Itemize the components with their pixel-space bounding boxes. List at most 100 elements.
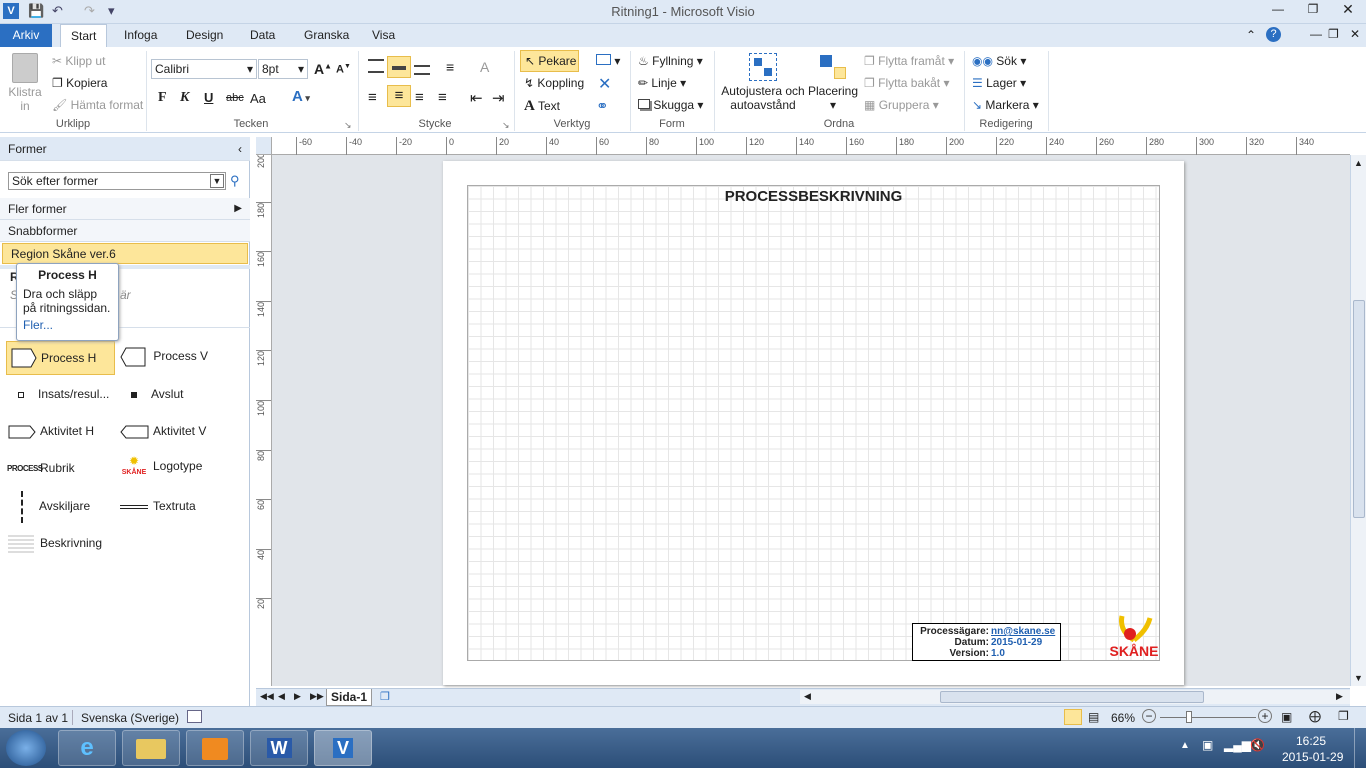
text-tool-button[interactable]: A Text [524,98,560,115]
normal-view-icon[interactable] [1064,709,1082,725]
rectangle-tool-icon[interactable]: ▾ [596,54,620,68]
increase-indent-icon[interactable]: ⇥ [492,89,505,107]
tab-start[interactable]: Start [60,24,108,47]
tab-granska[interactable]: Granska [294,24,359,47]
ruler-corner[interactable] [256,137,272,155]
quick-shapes-item[interactable]: Snabbformer [0,220,250,242]
fill-button[interactable]: ♨ Fyllning ▾ [638,54,703,68]
doc-close-button[interactable]: ✕ [1350,27,1360,41]
tooltip-more-link[interactable]: Fler... [23,318,112,332]
text-block-icon[interactable]: ⚭ [596,97,609,115]
info-box[interactable]: Processägare: nn@skane.se Datum: 2015-01… [912,623,1061,661]
underline-button[interactable]: U [204,90,213,105]
scroll-right-icon[interactable]: ▶ [1336,691,1343,702]
tab-visa[interactable]: Visa [362,24,405,47]
visio-taskbar-icon[interactable]: V [314,730,372,766]
zoom-out-icon[interactable]: − [1142,709,1156,723]
send-backward-button[interactable]: ❐ Flytta bakåt ▾ [864,76,950,90]
connector-tool-button[interactable]: ↯ Koppling [524,76,584,90]
group-button[interactable]: ▦ Gruppera ▾ [864,98,939,112]
macro-record-icon[interactable] [187,710,202,723]
shape-search-input[interactable]: Sök efter former ▼ [8,172,226,190]
device-tray-icon[interactable]: ▣ [1202,738,1213,752]
shape-process-h[interactable]: Process H [6,341,115,375]
vertical-scrollbar[interactable]: ▲ ▼ [1350,155,1366,686]
align-top-icon[interactable] [368,59,384,73]
scroll-down-icon[interactable]: ▼ [1354,673,1363,683]
status-page[interactable]: Sida 1 av 1 [8,711,68,725]
change-case-button[interactable]: Aa [250,91,266,106]
more-shapes-item[interactable]: Fler former ▶ [0,198,250,220]
line-button[interactable]: ✏ Linje ▾ [638,76,686,90]
first-page-icon[interactable]: ◀◀ [260,691,274,702]
shape-insats[interactable]: Insats/resul... [12,387,109,401]
zoom-slider-thumb[interactable] [1186,711,1192,723]
stencil-region-skane[interactable]: Region Skåne ver.6 [2,243,248,264]
font-name-combo[interactable]: Calibri ▾ [151,59,257,79]
bullets-icon[interactable]: ≡ [446,59,454,75]
shape-process-v[interactable]: Process V [120,347,208,367]
scroll-left-icon[interactable]: ◀ [804,691,811,702]
format-painter-button[interactable]: 🖌 Hämta format [52,98,143,112]
pan-zoom-icon[interactable]: ⨁ [1309,709,1321,723]
switch-windows-icon[interactable]: ❐ [1338,709,1349,723]
page-title[interactable]: PROCESSBESKRIVNING [467,188,1160,205]
bold-button[interactable]: F [158,90,167,106]
shape-avslut[interactable]: Avslut [125,387,183,401]
scroll-thumb[interactable] [940,691,1204,703]
layers-button[interactable]: ☰ Lager ▾ [972,76,1026,90]
next-page-icon[interactable]: ▶ [294,691,301,702]
shape-rubrik[interactable]: PROCESSRubrik [7,461,75,475]
ie-taskbar-icon[interactable]: e [58,730,116,766]
clock-date[interactable]: 2015-01-29 [1282,750,1343,764]
last-page-icon[interactable]: ▶▶ [310,691,324,702]
tab-arkiv[interactable]: Arkiv [0,24,52,47]
font-color-icon[interactable]: A ▾ [292,88,310,105]
word-taskbar-icon[interactable]: W [250,730,308,766]
decrease-indent-icon[interactable]: ⇤ [470,89,483,107]
zoom-level[interactable]: 66% [1111,711,1135,725]
fit-page-icon[interactable]: ▣ [1281,710,1292,724]
horizontal-scrollbar[interactable]: ◀ ▶ [800,690,1350,704]
help-icon[interactable]: ? [1266,27,1281,42]
page-tab-sida-1[interactable]: Sida-1 [326,689,372,706]
justify-icon[interactable]: ≡ [438,89,447,106]
font-size-combo[interactable]: 8pt ▾ [258,59,308,79]
grow-font-icon[interactable]: A▲ [314,61,332,77]
tab-data[interactable]: Data [240,24,285,47]
collapse-panel-icon[interactable]: ‹ [238,137,242,161]
network-tray-icon[interactable]: ▂▄▆ [1224,738,1251,752]
align-center-icon[interactable]: ≡ [387,85,411,107]
shape-textruta[interactable]: Textruta [120,499,196,513]
copy-button[interactable]: ❐ Kopiera [52,76,107,90]
text-direction-icon[interactable]: A [480,59,489,75]
cut-button[interactable]: ✂ Klipp ut [52,54,105,68]
align-left-icon[interactable]: ≡ [368,89,377,106]
volume-muted-icon[interactable]: 🔇 [1250,738,1265,752]
position-button[interactable]: Placering ▾ [808,51,858,112]
bring-forward-button[interactable]: ❐ Flytta framåt ▾ [864,54,954,68]
minimize-button[interactable]: — [1268,2,1288,16]
align-middle-icon[interactable] [387,56,411,78]
prev-page-icon[interactable]: ◀ [278,691,285,702]
shape-avskiljare[interactable]: Avskiljare [8,491,90,523]
start-button[interactable] [6,730,46,766]
find-button[interactable]: ◉◉ Sök ▾ [972,54,1026,68]
align-right-icon[interactable]: ≡ [415,89,424,106]
maximize-button[interactable]: ❐ [1303,2,1323,16]
owner-value[interactable]: nn@skane.se [991,626,1055,637]
pointer-tool-button[interactable]: ↖ Pekare [520,50,579,72]
tab-infoga[interactable]: Infoga [114,24,167,47]
fullscreen-view-icon[interactable]: ▤ [1088,710,1099,724]
dialog-launcher-icon[interactable]: ↘ [344,120,352,131]
minimize-ribbon-icon[interactable]: ⌃ [1246,28,1256,42]
tab-design[interactable]: Design [176,24,233,47]
connection-point-icon[interactable]: ✕ [598,74,611,94]
clock-time[interactable]: 16:25 [1296,734,1326,748]
shrink-font-icon[interactable]: A▼ [336,63,351,76]
shape-beskrivning[interactable]: Beskrivning [8,535,102,553]
doc-minimize-button[interactable]: — [1310,27,1322,41]
outlook-taskbar-icon[interactable] [186,730,244,766]
zoom-in-icon[interactable]: + [1258,709,1272,723]
shape-aktivitet-h[interactable]: Aktivitet H [8,424,94,439]
